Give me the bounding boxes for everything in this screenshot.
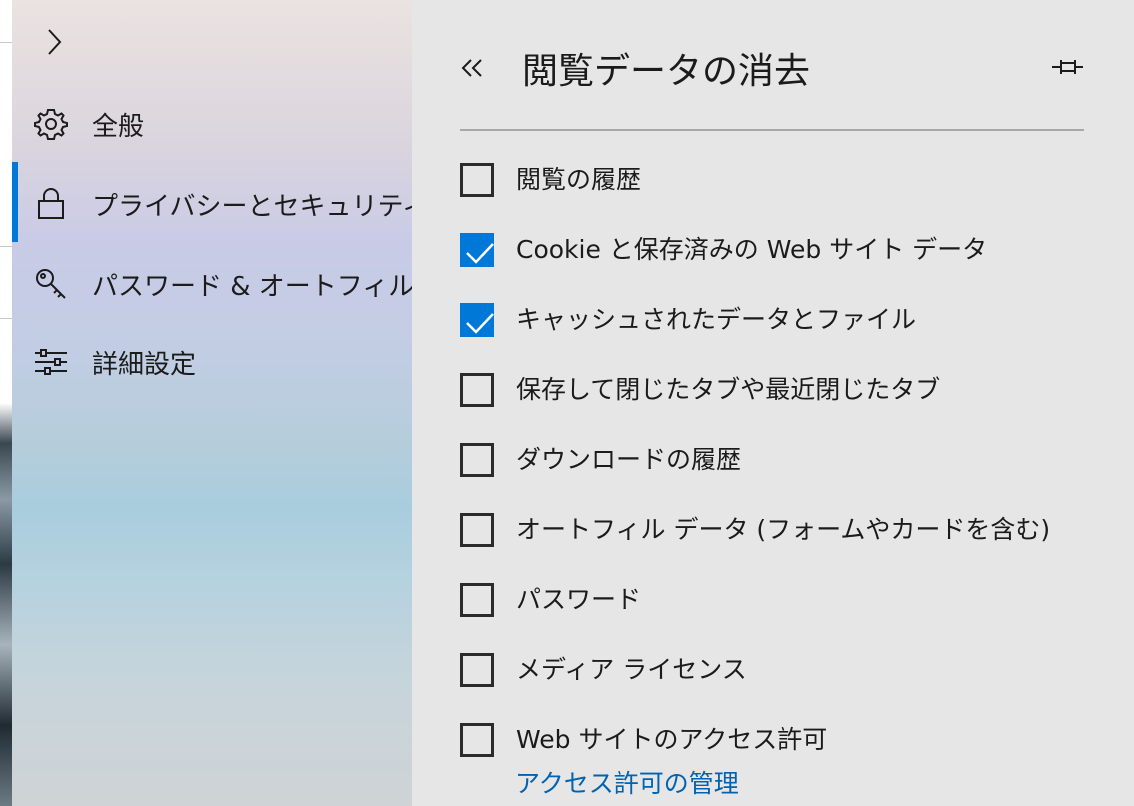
checkbox-label: ダウンロードの履歴 bbox=[516, 445, 742, 474]
expand-nav-button[interactable] bbox=[40, 24, 68, 60]
checkbox-label: パスワード bbox=[516, 585, 642, 614]
checkbox-row[interactable]: 保存して閉じたタブや最近閉じたタブ bbox=[460, 373, 1110, 413]
browser-window: 全般 プライバシーとセキュリティ パスワード & オートフィル 詳細設定 閲覧デ… bbox=[0, 0, 1134, 806]
checkbox-row[interactable]: オートフィル データ (フォームやカードを含む) bbox=[460, 513, 1110, 553]
nav-item-privacy-security[interactable]: プライバシーとセキュリティ bbox=[12, 162, 428, 242]
gear-icon bbox=[34, 107, 68, 141]
checkbox-label: 閲覧の履歴 bbox=[516, 165, 642, 194]
checkbox-unchecked[interactable] bbox=[460, 163, 494, 197]
checkbox-label: キャッシュされたデータとファイル bbox=[516, 305, 917, 334]
nav-item-label: 詳細設定 bbox=[92, 349, 197, 380]
nav-item-advanced[interactable]: 詳細設定 bbox=[12, 331, 412, 393]
checkbox-label: Cookie と保存済みの Web サイト データ bbox=[516, 235, 988, 264]
nav-item-label: 全般 bbox=[92, 111, 145, 142]
nav-item-label: プライバシーとセキュリティ bbox=[92, 192, 428, 222]
checkbox-row[interactable]: Web サイトのアクセス許可 bbox=[460, 723, 1110, 763]
nav-item-general[interactable]: 全般 bbox=[12, 93, 412, 155]
checkbox-unchecked[interactable] bbox=[460, 583, 494, 617]
sliver-divider bbox=[0, 318, 12, 319]
pin-icon bbox=[1052, 60, 1083, 74]
checkbox-unchecked[interactable] bbox=[460, 443, 494, 477]
header-divider bbox=[460, 129, 1084, 131]
checkbox-checked[interactable] bbox=[460, 233, 494, 267]
checkbox-row[interactable]: ダウンロードの履歴 bbox=[460, 443, 1110, 483]
sliders-icon bbox=[34, 345, 68, 379]
lock-icon bbox=[34, 186, 68, 220]
checkmark-icon bbox=[466, 243, 494, 264]
checkbox-row[interactable]: パスワード bbox=[460, 583, 1110, 623]
clear-browsing-data-pane: 閲覧データの消去 閲覧の履歴 Cookie と保存済みの Web サイト データキ… bbox=[412, 0, 1134, 806]
checkbox-label: メディア ライセンス bbox=[516, 655, 747, 684]
checkbox-label: 保存して閉じたタブや最近閉じたタブ bbox=[516, 375, 941, 404]
background-page-sliver bbox=[0, 0, 12, 806]
checkbox-unchecked[interactable] bbox=[460, 373, 494, 407]
settings-nav-pane: 全般 プライバシーとセキュリティ パスワード & オートフィル 詳細設定 bbox=[12, 0, 428, 806]
checkmark-icon bbox=[466, 313, 494, 334]
sliver-divider bbox=[0, 42, 12, 43]
nav-item-passwords-autofill[interactable]: パスワード & オートフィル bbox=[12, 253, 415, 315]
checkbox-unchecked[interactable] bbox=[460, 723, 494, 757]
checkbox-label: オートフィル データ (フォームやカードを含む) bbox=[516, 515, 1051, 544]
checkbox-row[interactable]: 閲覧の履歴 bbox=[460, 163, 1110, 203]
nav-item-label: パスワード & オートフィル bbox=[92, 271, 415, 302]
key-icon bbox=[34, 267, 68, 301]
double-chevron-left-icon bbox=[461, 59, 482, 77]
checkbox-row[interactable]: Cookie と保存済みの Web サイト データ bbox=[460, 233, 1110, 273]
checkbox-checked[interactable] bbox=[460, 303, 494, 337]
back-button[interactable] bbox=[452, 48, 492, 88]
checkbox-unchecked[interactable] bbox=[460, 513, 494, 547]
chevron-right-icon bbox=[48, 29, 62, 55]
checkbox-label: Web サイトのアクセス許可 bbox=[516, 725, 828, 754]
manage-permissions-link[interactable]: アクセス許可の管理 bbox=[515, 764, 739, 800]
checkbox-unchecked[interactable] bbox=[460, 653, 494, 687]
pin-button[interactable] bbox=[1048, 50, 1088, 84]
sliver-divider bbox=[0, 246, 12, 247]
checkbox-row[interactable]: メディア ライセンス bbox=[460, 653, 1110, 693]
page-title: 閲覧データの消去 bbox=[522, 51, 811, 92]
checkbox-row[interactable]: キャッシュされたデータとファイル bbox=[460, 303, 1110, 343]
